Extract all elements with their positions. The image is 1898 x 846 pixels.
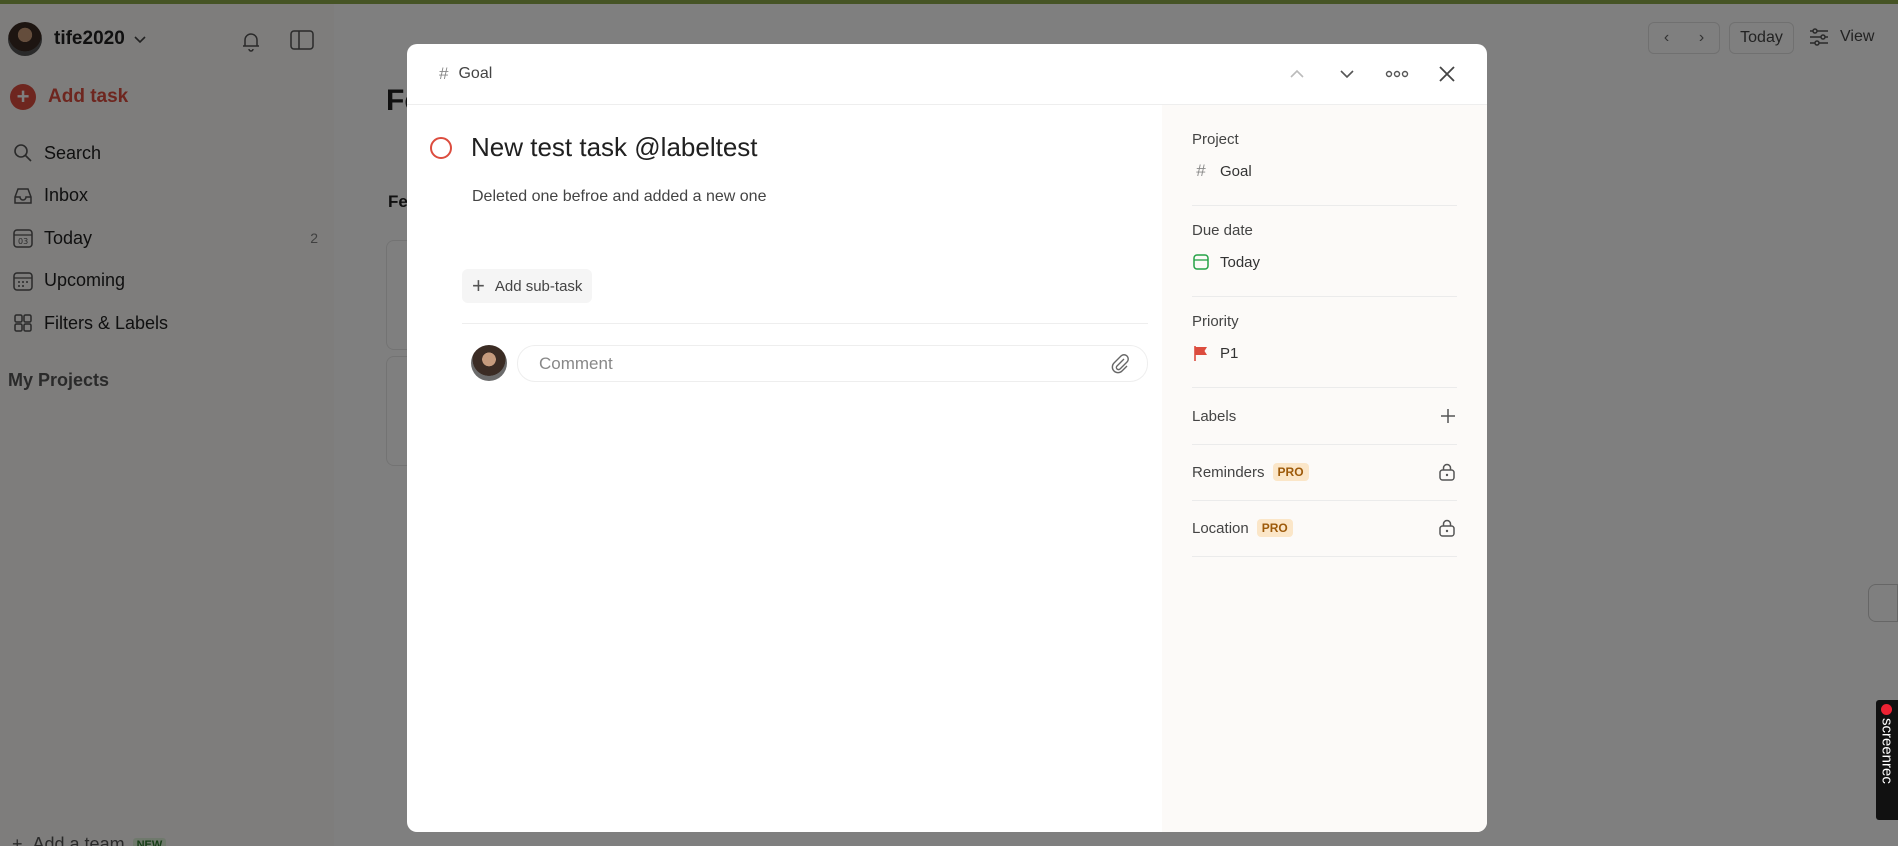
complete-task-checkbox[interactable] bbox=[430, 137, 452, 159]
avatar bbox=[471, 345, 507, 381]
task-detail-modal: # Goal New test task @labeltest Deleted … bbox=[407, 44, 1487, 832]
due-date-label: Due date bbox=[1192, 222, 1253, 239]
screenrec-label: screenrec bbox=[1878, 718, 1896, 784]
lock-icon bbox=[1439, 519, 1455, 537]
project-value: Goal bbox=[1220, 162, 1252, 180]
close-icon bbox=[1439, 66, 1455, 82]
more-actions-button[interactable] bbox=[1383, 60, 1411, 88]
calendar-icon bbox=[1192, 253, 1210, 271]
priority-value-row[interactable]: P1 bbox=[1192, 344, 1457, 362]
comment-input[interactable]: Comment bbox=[517, 345, 1148, 382]
hash-icon: # bbox=[1196, 161, 1206, 180]
flag-icon bbox=[1192, 344, 1210, 362]
breadcrumb-project: Goal bbox=[458, 65, 493, 82]
divider bbox=[462, 323, 1148, 324]
location-property[interactable]: Location PRO bbox=[1192, 500, 1457, 557]
due-date-property[interactable]: Due date Today bbox=[1192, 222, 1457, 297]
due-date-value: Today bbox=[1220, 253, 1261, 271]
task-title[interactable]: New test task @labeltest bbox=[471, 132, 758, 163]
add-subtask-label: Add sub-task bbox=[494, 277, 583, 295]
modal-header: # Goal bbox=[407, 44, 1487, 105]
modal-header-actions bbox=[1261, 60, 1461, 88]
add-subtask-button[interactable]: + Add sub-task bbox=[462, 269, 593, 303]
labels-property[interactable]: Labels bbox=[1192, 388, 1457, 445]
chevron-up-icon bbox=[1290, 69, 1304, 78]
pro-badge: PRO bbox=[1256, 519, 1293, 537]
paperclip-icon[interactable] bbox=[1109, 353, 1131, 375]
location-label: Location bbox=[1192, 519, 1249, 537]
close-button[interactable] bbox=[1433, 60, 1461, 88]
lock-icon bbox=[1439, 463, 1455, 481]
reminders-property[interactable]: Reminders PRO bbox=[1192, 444, 1457, 501]
pro-badge: PRO bbox=[1272, 463, 1309, 481]
more-icon bbox=[1385, 70, 1409, 78]
priority-property[interactable]: Priority P1 bbox=[1192, 313, 1457, 388]
task-properties-panel: Project # Goal Due date Today Priority P… bbox=[1162, 105, 1487, 832]
reminders-label: Reminders bbox=[1192, 463, 1265, 481]
next-task-button[interactable] bbox=[1333, 60, 1361, 88]
priority-value: P1 bbox=[1220, 344, 1239, 362]
hash-icon: # bbox=[439, 64, 449, 83]
plus-icon[interactable] bbox=[1439, 407, 1457, 425]
task-main-panel: New test task @labeltest Deleted one bef… bbox=[407, 105, 1162, 832]
previous-task-button[interactable] bbox=[1283, 60, 1311, 88]
due-date-value-row[interactable]: Today bbox=[1192, 253, 1457, 271]
task-description[interactable]: Deleted one befroe and added a new one bbox=[472, 188, 766, 206]
plus-icon: + bbox=[472, 273, 485, 298]
breadcrumb[interactable]: # Goal bbox=[439, 64, 492, 84]
screenrec-widget[interactable]: screenrec bbox=[1876, 700, 1898, 820]
project-label: Project bbox=[1192, 131, 1239, 148]
project-property[interactable]: Project # Goal bbox=[1192, 131, 1457, 206]
project-value-row[interactable]: # Goal bbox=[1192, 161, 1457, 180]
priority-label: Priority bbox=[1192, 313, 1239, 330]
comment-placeholder: Comment bbox=[539, 353, 613, 373]
labels-label: Labels bbox=[1192, 407, 1237, 425]
chevron-down-icon bbox=[1340, 70, 1354, 79]
record-icon bbox=[1881, 704, 1892, 715]
